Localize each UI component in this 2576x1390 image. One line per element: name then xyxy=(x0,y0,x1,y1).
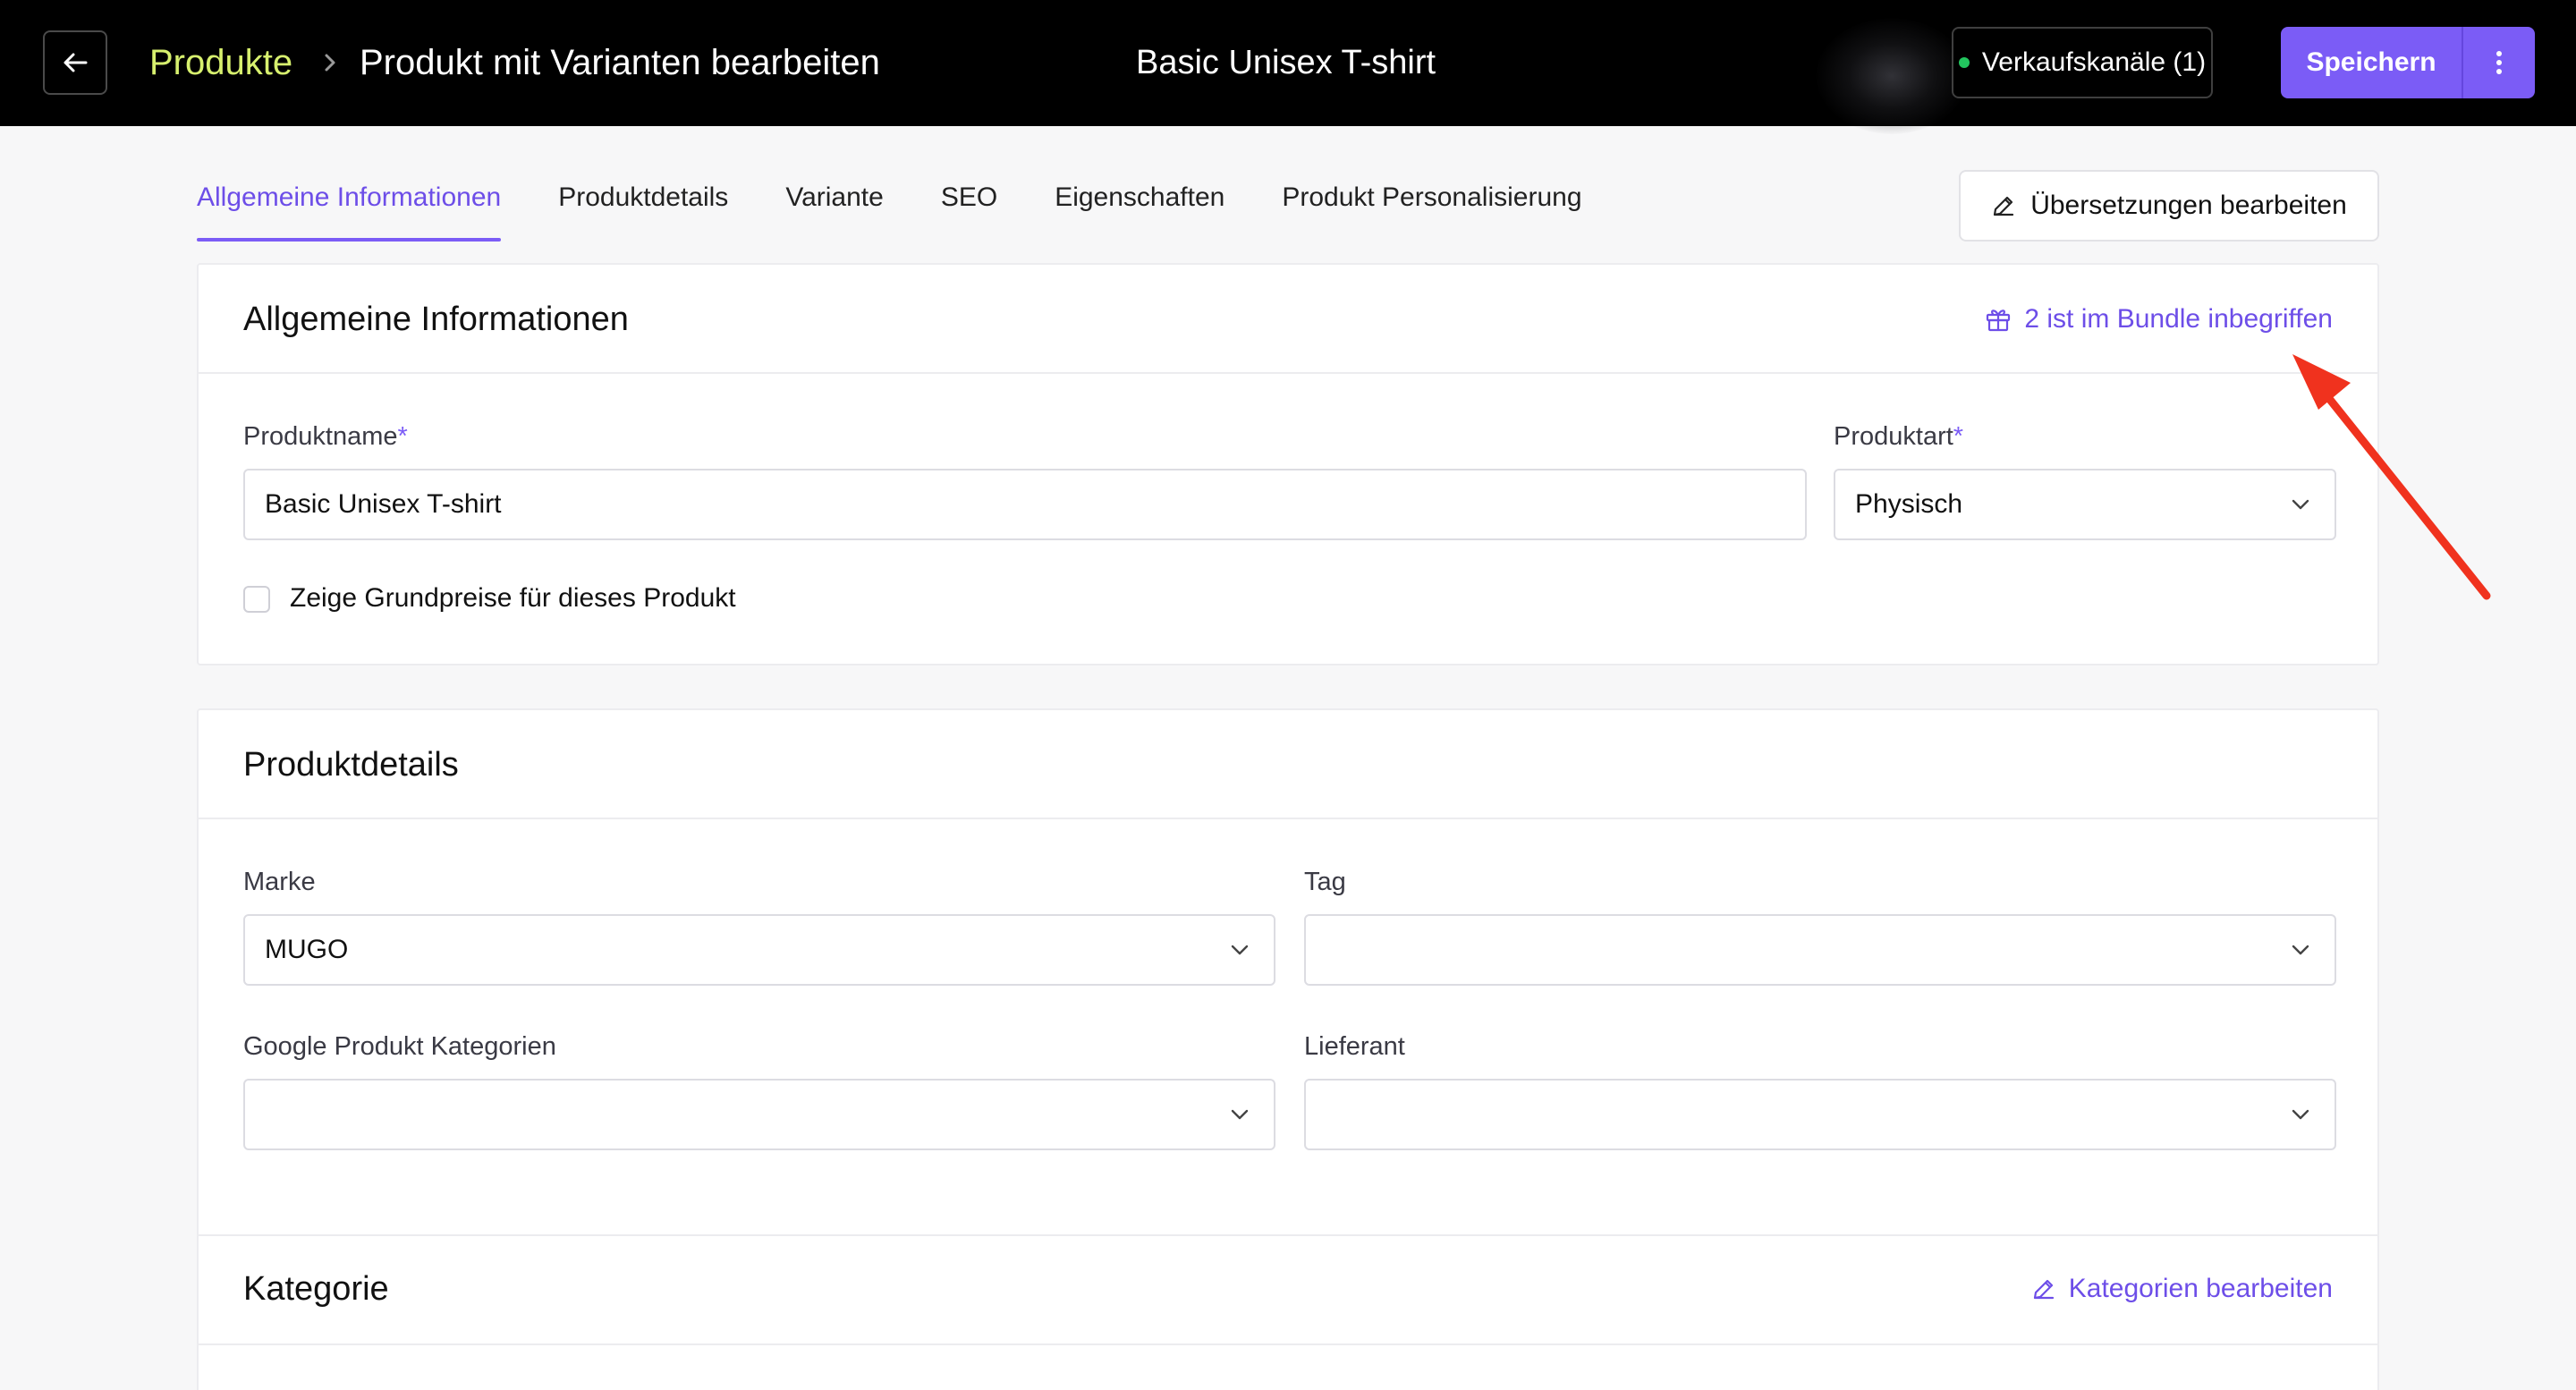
chevron-down-icon xyxy=(1231,1109,1249,1120)
more-vertical-icon xyxy=(2496,51,2502,74)
edit-translations-button[interactable]: Übersetzungen bearbeiten xyxy=(1959,170,2379,242)
sales-channels-button[interactable]: Verkaufskanäle (1) xyxy=(1952,27,2213,98)
tab-seo[interactable]: SEO xyxy=(941,175,997,242)
bundle-link[interactable]: 2 ist im Bundle inbegriffen xyxy=(1985,302,2333,336)
breadcrumb-products-link[interactable]: Produkte xyxy=(149,41,292,84)
product-type-label-text: Produktart xyxy=(1834,422,1953,451)
chevron-down-icon xyxy=(2292,499,2309,510)
brand-label: Marke xyxy=(243,868,316,896)
google-category-select[interactable] xyxy=(243,1079,1275,1150)
tag-select[interactable] xyxy=(1304,914,2336,986)
arrow-left-icon xyxy=(64,53,88,72)
pencil-icon xyxy=(2033,1279,2054,1300)
section-title: Allgemeine Informationen xyxy=(243,301,629,338)
tab-bar: Allgemeine Informationen Produktdetails … xyxy=(197,175,1640,242)
supplier-label: Lieferant xyxy=(1304,1032,1405,1061)
general-info-card: Allgemeine Informationen 2 ist im Bundle… xyxy=(197,263,2379,665)
tab-variant[interactable]: Variante xyxy=(785,175,884,242)
edit-categories-label: Kategorien bearbeiten xyxy=(2068,1274,2333,1303)
product-type-label: Produktart* xyxy=(1834,420,1963,453)
supplier-select[interactable] xyxy=(1304,1079,2336,1150)
baseprice-checkbox[interactable] xyxy=(243,586,270,613)
tab-properties[interactable]: Eigenschaften xyxy=(1055,175,1224,242)
product-name-label: Produktname* xyxy=(243,420,408,453)
avatar xyxy=(1816,18,1968,134)
product-type-select[interactable]: Physisch xyxy=(1834,469,2336,540)
product-type-value: Physisch xyxy=(1855,489,1963,519)
chevron-down-icon xyxy=(2292,945,2309,955)
more-options-button[interactable] xyxy=(2463,27,2535,98)
product-details-card: Produktdetails Marke MUGO Tag Google Pro… xyxy=(197,708,2379,1390)
pencil-icon xyxy=(1994,196,2014,216)
category-title: Kategorie xyxy=(243,1270,389,1308)
top-bar: Produkte Produkt mit Varianten bearbeite… xyxy=(0,0,2576,134)
save-button-group: Speichern xyxy=(2281,27,2535,98)
save-button[interactable]: Speichern xyxy=(2281,27,2462,98)
tab-general-info[interactable]: Allgemeine Informationen xyxy=(197,175,502,242)
product-name-label-text: Produktname xyxy=(243,422,398,451)
tag-label: Tag xyxy=(1304,868,1346,896)
bundle-link-label: 2 ist im Bundle inbegriffen xyxy=(2024,304,2333,334)
back-button[interactable] xyxy=(43,30,107,95)
edit-categories-link[interactable]: Kategorien bearbeiten xyxy=(2031,1272,2333,1306)
gift-icon xyxy=(1987,309,2011,332)
baseprice-label: Zeige Grundpreise für dieses Produkt xyxy=(290,583,736,613)
chevron-down-icon xyxy=(1231,945,1249,955)
required-mark: * xyxy=(1953,422,1964,451)
card-header: Allgemeine Informationen 2 ist im Bundle… xyxy=(199,265,2377,374)
edit-translations-label: Übersetzungen bearbeiten xyxy=(2030,191,2347,220)
tab-product-details[interactable]: Produktdetails xyxy=(558,175,728,242)
product-name-input[interactable]: Basic Unisex T-shirt xyxy=(243,469,1807,540)
google-category-label: Google Produkt Kategorien xyxy=(243,1032,556,1061)
required-mark: * xyxy=(397,422,408,451)
tab-personalization[interactable]: Produkt Personalisierung xyxy=(1282,175,1581,242)
chevron-down-icon xyxy=(2292,1109,2309,1120)
card-header: Produktdetails xyxy=(199,710,2377,819)
chevron-right-icon xyxy=(325,54,335,72)
product-title: Basic Unisex T-shirt xyxy=(1136,44,1436,81)
sales-channels-label: Verkaufskanäle (1) xyxy=(1981,47,2207,77)
divider xyxy=(199,1234,2377,1236)
brand-value: MUGO xyxy=(265,935,349,964)
breadcrumb-current: Produkt mit Varianten bearbeiten xyxy=(360,43,880,82)
section-title: Produktdetails xyxy=(243,746,459,784)
divider xyxy=(199,1343,2377,1345)
dot-icon xyxy=(1958,57,1970,68)
brand-select[interactable]: MUGO xyxy=(243,914,1275,986)
